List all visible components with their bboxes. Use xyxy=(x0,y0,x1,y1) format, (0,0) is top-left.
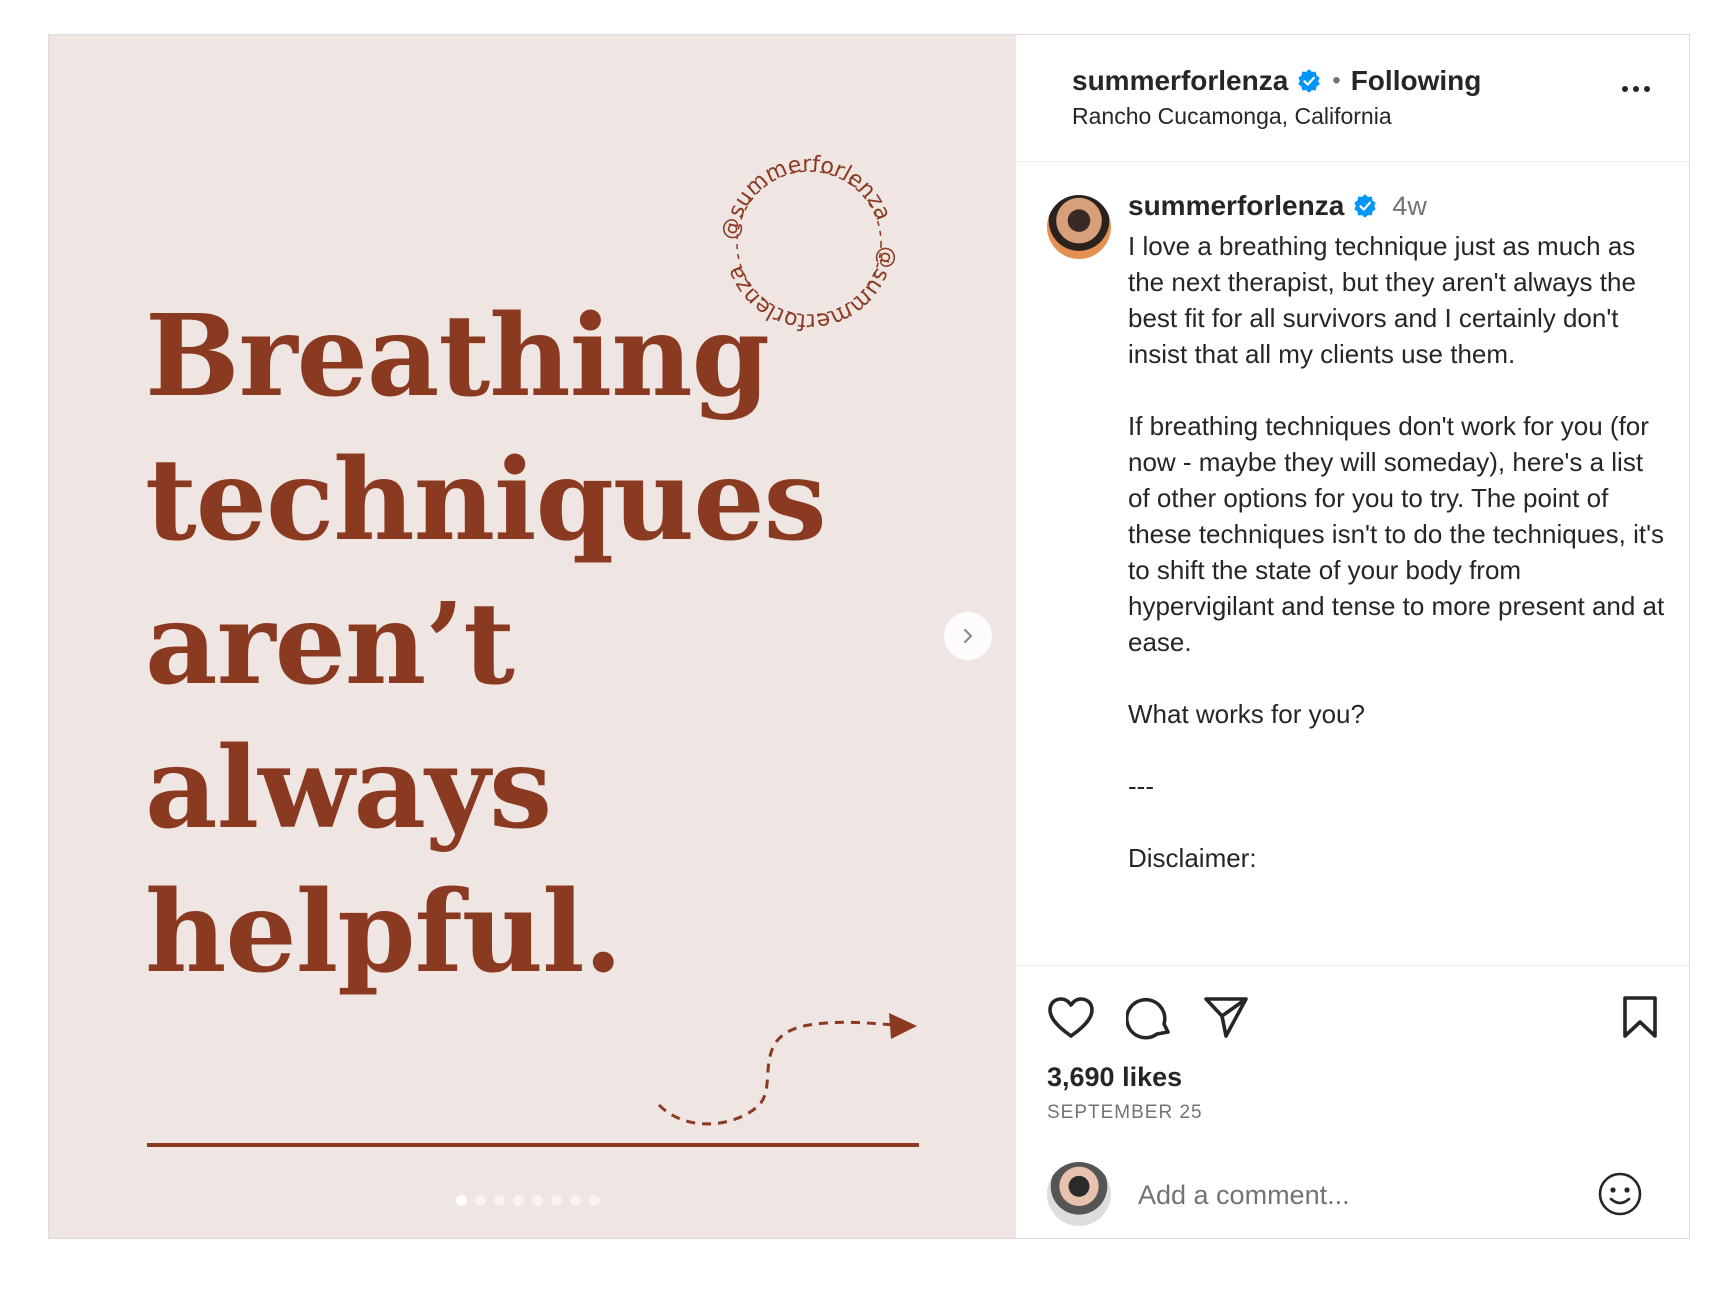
comment-icon[interactable] xyxy=(1126,994,1174,1042)
verified-badge-icon xyxy=(1354,194,1377,218)
carousel-dot xyxy=(589,1195,600,1206)
next-slide-button[interactable] xyxy=(944,612,992,660)
chevron-right-icon xyxy=(963,628,973,644)
share-icon[interactable] xyxy=(1202,994,1250,1040)
post-date: SEPTEMBER 25 xyxy=(1047,1102,1203,1123)
headline-line: aren’t xyxy=(145,579,515,710)
slide-divider xyxy=(147,1143,919,1147)
add-comment-row xyxy=(1016,1162,1689,1232)
caption-username-link[interactable]: summerforlenza xyxy=(1128,190,1344,222)
post-header: summerforlenza • Following Rancho Cucamo… xyxy=(1016,35,1689,162)
post-media[interactable]: @summerforlenza @summerforlenza Breathin… xyxy=(49,35,1016,1238)
dashed-arrow-graphic xyxy=(657,1013,917,1126)
verified-badge-icon xyxy=(1298,69,1321,93)
headline-line: techniques xyxy=(145,435,827,566)
carousel-dot xyxy=(456,1195,467,1206)
caption-header: summerforlenza 4w xyxy=(1128,190,1427,222)
headline-line: helpful. xyxy=(145,867,623,998)
author-avatar[interactable] xyxy=(1047,195,1111,259)
header-username-link[interactable]: summerforlenza xyxy=(1072,65,1288,97)
current-user-avatar xyxy=(1047,1162,1111,1226)
likes-count[interactable]: 3,690 likes xyxy=(1047,1062,1182,1093)
caption-text: I love a breathing technique just as muc… xyxy=(1128,231,1665,873)
heart-icon[interactable] xyxy=(1047,996,1095,1040)
post-sidebar: summerforlenza • Following Rancho Cucamo… xyxy=(1016,35,1689,1238)
action-bar: 3,690 likes SEPTEMBER 25 xyxy=(1016,965,1689,1239)
location-link[interactable]: Rancho Cucamonga, California xyxy=(1072,103,1392,130)
post-timestamp[interactable]: 4w xyxy=(1392,191,1427,222)
headline-line: Breathing xyxy=(145,291,770,422)
bookmark-icon[interactable] xyxy=(1620,994,1660,1040)
headline-line: always xyxy=(145,723,552,854)
more-options-icon[interactable] xyxy=(1616,79,1656,99)
emoji-icon[interactable] xyxy=(1596,1170,1644,1218)
carousel-dot xyxy=(475,1195,486,1206)
caption-scroll-area[interactable]: summerforlenza 4w I love a breathing tec… xyxy=(1016,162,1689,965)
following-button[interactable]: Following xyxy=(1351,65,1482,97)
carousel-dot xyxy=(551,1195,562,1206)
comment-input[interactable] xyxy=(1136,1172,1560,1218)
slide-headline: Breathing techniques aren’t always helpf… xyxy=(145,285,827,1005)
header-separator: • xyxy=(1332,67,1341,94)
carousel-dot xyxy=(532,1195,543,1206)
header-user-row: summerforlenza • Following xyxy=(1072,65,1481,97)
svg-text:@summerforlenza: @summerforlenza xyxy=(717,149,897,247)
carousel-dot xyxy=(494,1195,505,1206)
carousel-indicator xyxy=(456,1195,600,1206)
post-card: @summerforlenza @summerforlenza Breathin… xyxy=(48,34,1690,1239)
carousel-dot xyxy=(513,1195,524,1206)
carousel-dot xyxy=(570,1195,581,1206)
